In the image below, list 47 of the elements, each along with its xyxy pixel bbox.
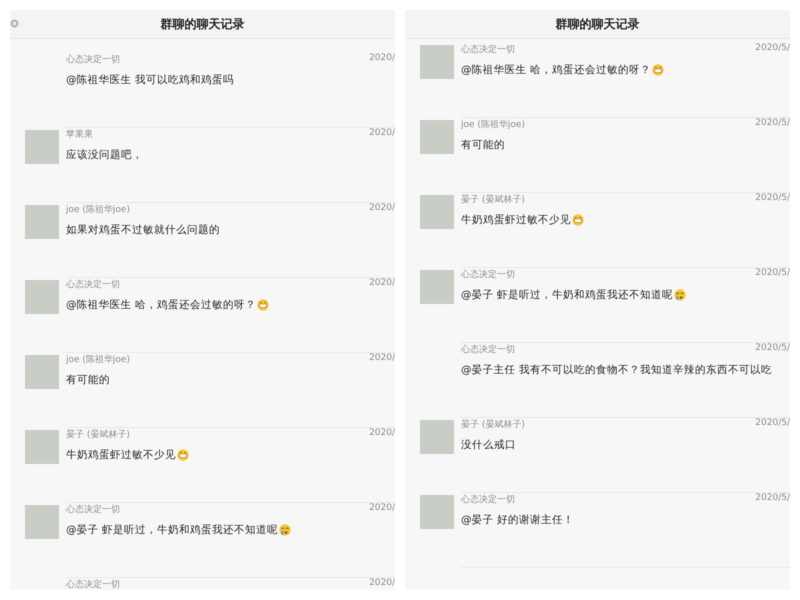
sender-name: 心态决定一切: [66, 278, 120, 291]
message-time: 2020/5/: [755, 118, 790, 130]
message-time: 2020/: [369, 278, 395, 290]
sender-name: joe (陈祖华joe): [461, 118, 525, 131]
message-time: 2020/: [369, 128, 395, 140]
sender-name: 心态决定一切: [66, 578, 120, 590]
message-text: 没什么戒口: [461, 438, 516, 452]
window-title: 群聊的聊天记录: [556, 16, 640, 32]
message-text: 有可能的: [461, 138, 505, 152]
message-time: 2020/: [369, 428, 395, 440]
message-text: @晏子 虾是听过，牛奶和鸡蛋我还不知道呢: [461, 288, 673, 302]
message-text: @陈祖华医生 哈，鸡蛋还会过敏的呀？: [461, 63, 651, 77]
message-text: @晏子主任 我有不可以吃的食物不？我知道辛辣的东西不可以吃: [461, 363, 772, 377]
message-text: 如果对鸡蛋不过敏就什么问题的: [66, 223, 220, 237]
sender-name: 晏子 (晏斌林子): [461, 418, 525, 431]
message-time: 2020/5/: [755, 43, 790, 55]
message-time: 2020/5/: [755, 268, 790, 280]
window-title: 群聊的聊天记录: [160, 16, 244, 32]
sender-name: 心态决定一切: [461, 494, 515, 506]
sender-name: joe (陈祖华joe): [66, 354, 130, 366]
message-text: 牛奶鸡蛋虾过敏不少见: [461, 213, 571, 227]
sender-name: 心态决定一切: [461, 44, 515, 56]
message-text: 牛奶鸡蛋虾过敏不少见: [66, 448, 176, 462]
message-text: @晏子 好的谢谢主任！: [461, 513, 574, 527]
sender-name: 晏子 (晏斌林子): [461, 194, 525, 206]
sender-name: 心态决定一切: [66, 54, 120, 66]
message-time: 2020/: [369, 503, 395, 515]
message-time: 2020/5/: [755, 493, 790, 505]
message-time: 2020/5/: [755, 418, 790, 430]
sender-name: 心态决定一切: [461, 344, 515, 356]
message-text: 应该没问题吧，: [66, 148, 143, 162]
message-time: 2020/5/: [755, 193, 790, 205]
sender-name: 苹果果: [66, 128, 93, 141]
message-text: @晏子 虾是听过，牛奶和鸡蛋我还不知道呢: [66, 523, 278, 537]
message-text: @陈祖华医生 哈，鸡蛋还会过敏的呀？: [66, 298, 256, 312]
message-text: 有可能的: [66, 373, 110, 387]
message-time: 2020/: [369, 353, 395, 365]
sender-name: 晏子 (晏斌林子): [66, 428, 130, 441]
sender-name: 心态决定一切: [461, 268, 515, 281]
sender-name: 心态决定一切: [66, 504, 120, 516]
message-time: 2020/: [369, 203, 395, 215]
close-icon[interactable]: [10, 19, 19, 28]
message-time: 2020/5/: [755, 343, 790, 355]
message-time: 2020/: [369, 578, 395, 590]
message-text: @陈祖华医生 我可以吃鸡和鸡蛋吗: [66, 73, 234, 87]
message-time: 2020/: [369, 53, 395, 65]
sender-name: joe (陈祖华joe): [66, 204, 130, 216]
